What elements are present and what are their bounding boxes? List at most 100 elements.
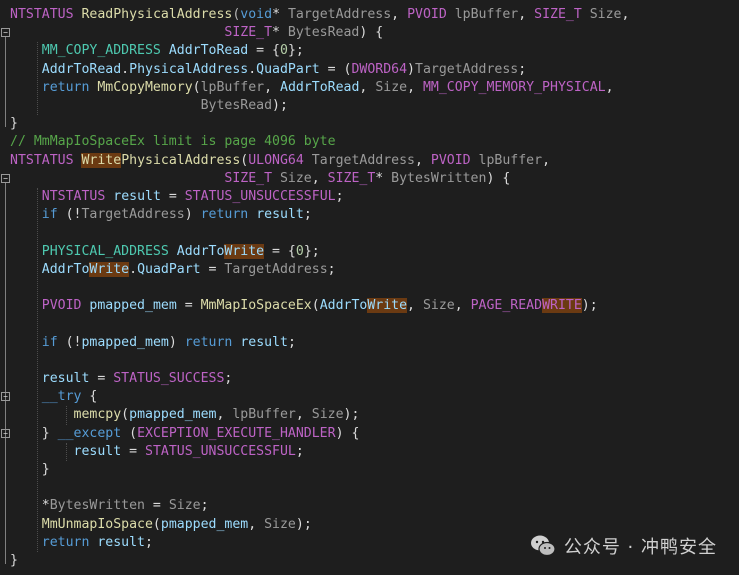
code-token: , — [414, 152, 431, 168]
code-token: ( — [121, 425, 138, 441]
code-token: ) — [407, 61, 415, 77]
code-token: , — [391, 7, 408, 22]
code-line: if (!TargetAddress) return result; — [10, 206, 312, 224]
code-token: result — [41, 371, 90, 386]
code-token: PHYSICAL_ADDRESS — [41, 243, 169, 259]
indent-guide — [37, 188, 38, 552]
code-token: pmapped_mem — [129, 407, 217, 423]
code-token: AddrTo — [176, 243, 225, 259]
code-token: , — [407, 298, 423, 314]
code-token: Size — [422, 298, 455, 314]
code-token: if — [41, 207, 58, 223]
code-token: ; — [224, 371, 233, 386]
code-editor[interactable]: NTSTATUS ReadPhysicalAddress(void* Targe… — [0, 0, 739, 575]
fold-toggle[interactable]: − — [1, 173, 10, 183]
code-token: } — [10, 116, 18, 132]
code-line: AddrToRead.PhysicalAddress.QuadPart = (D… — [10, 61, 526, 79]
code-token: pmapped_mem — [81, 334, 169, 350]
code-token: } — [10, 462, 50, 477]
code-line: BytesRead); — [10, 97, 288, 115]
code-token: , — [295, 407, 312, 423]
code-line: PVOID pmapped_mem = MmMapIoSpaceEx(AddrT… — [10, 297, 598, 315]
code-token: ; — [335, 189, 344, 204]
watermark: 公众号 · 冲鸭安全 — [530, 533, 717, 559]
code-line: *BytesWritten = Size; — [10, 497, 209, 515]
code-line: SIZE_T* BytesRead) { — [10, 24, 383, 42]
code-token: if — [41, 334, 58, 350]
fold-toggle[interactable]: − — [1, 392, 10, 402]
code-token: } — [10, 425, 58, 441]
code-token: result — [73, 443, 122, 459]
fold-range-line — [5, 181, 6, 564]
code-line: SIZE_T Size, SIZE_T* BytesWritten) { — [10, 170, 510, 188]
code-token: ; — [287, 334, 296, 350]
code-token: QuadPart — [137, 261, 201, 277]
code-line: } — [10, 552, 18, 570]
code-token: ); — [581, 298, 598, 314]
code-token: Write — [224, 243, 265, 259]
code-line: AddrToWrite.QuadPart = TargetAddress; — [10, 261, 336, 279]
code-token: , — [216, 407, 233, 423]
code-token: // MmMapIoSpaceEx limit is page 4096 byt… — [10, 134, 336, 150]
code-token: NTSTATUS — [10, 7, 74, 22]
code-token: pmapped_mem — [160, 516, 249, 532]
code-token: AddrToRead — [168, 43, 249, 59]
code-line: __try { — [10, 388, 98, 406]
code-token: (! — [57, 207, 82, 223]
watermark-text: 公众号 · 冲鸭安全 — [563, 537, 717, 558]
code-token: Size — [311, 407, 344, 423]
code-token: ; — [518, 61, 527, 77]
fold-toggle[interactable]: − — [1, 428, 10, 438]
code-token: AddrToRead — [41, 61, 122, 77]
code-line: PHYSICAL_ADDRESS AddrToWrite = {0}; — [10, 243, 320, 261]
code-token: , — [407, 79, 423, 95]
code-token: MmUnmapIoSpace — [41, 516, 153, 532]
code-token: SIZE_T — [327, 170, 376, 186]
code-token: result — [113, 189, 161, 204]
code-token: Size — [264, 516, 296, 532]
code-token: = { — [248, 43, 280, 59]
indent-guide — [66, 442, 67, 461]
code-token: BytesRead — [200, 98, 273, 113]
code-line: result = STATUS_SUCCESS; — [10, 370, 233, 388]
code-token: ULONG64 — [248, 152, 304, 168]
code-token: WRITE — [542, 298, 582, 314]
fold-toggle[interactable]: − — [1, 28, 10, 38]
code-line: memcpy(pmapped_mem, lpBuffer, Size); — [10, 406, 360, 424]
code-token: ) — [168, 334, 185, 350]
code-line: MM_COPY_ADDRESS AddrToRead = {0}; — [10, 42, 304, 60]
code-token: ) { — [486, 170, 511, 186]
code-token: } — [10, 553, 18, 568]
code-token: . — [129, 261, 138, 277]
code-token: ( — [192, 79, 201, 95]
code-token: __except — [57, 425, 122, 441]
code-token: ) { — [359, 25, 384, 41]
code-token: pmapped_mem — [89, 298, 177, 314]
code-token: MmMapIoSpaceEx — [200, 298, 312, 314]
code-token: , — [311, 170, 328, 186]
wechat-icon — [530, 534, 556, 558]
code-token: ( — [152, 516, 161, 532]
code-token: PhysicalAddress — [121, 152, 241, 168]
code-token: Write — [89, 261, 130, 277]
code-line: result = STATUS_UNSUCCESSFUL; — [10, 443, 304, 461]
code-token: void — [240, 7, 273, 22]
code-token: result — [240, 334, 288, 350]
code-token: = — [121, 443, 145, 459]
code-token: STATUS_UNSUCCESSFUL — [184, 189, 336, 204]
code-line: NTSTATUS result = STATUS_UNSUCCESSFUL; — [10, 188, 344, 206]
code-line: NTSTATUS WritePhysicalAddress(ULONG64 Ta… — [10, 152, 550, 170]
code-token: return — [41, 79, 90, 95]
code-token: result — [256, 207, 304, 223]
fold-range-line — [5, 36, 6, 128]
code-token: ; — [303, 207, 312, 223]
code-token: return — [41, 534, 90, 550]
code-line: } — [10, 461, 50, 479]
code-token: lpBuffer — [454, 7, 519, 22]
code-token: return — [184, 334, 233, 350]
